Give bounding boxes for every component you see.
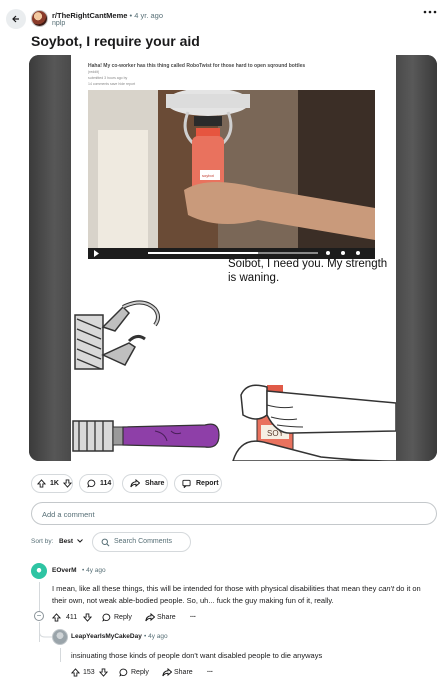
vote-pill: 1K xyxy=(31,474,73,493)
downvote-icon[interactable] xyxy=(62,479,72,488)
share-icon xyxy=(130,479,140,488)
comment-age: • 4y ago xyxy=(144,633,168,640)
thread-line[interactable] xyxy=(60,648,61,662)
chevron-down-icon xyxy=(77,539,83,543)
avatar[interactable] xyxy=(31,563,47,579)
sort-label: Sort by: xyxy=(31,538,54,545)
comment-icon[interactable] xyxy=(102,613,111,622)
comment-icon[interactable] xyxy=(119,668,128,677)
upvote-icon[interactable] xyxy=(52,613,61,622)
search-comments-input[interactable]: Search Comments xyxy=(92,532,191,552)
search-icon xyxy=(101,538,110,547)
downvote-icon[interactable] xyxy=(83,613,92,622)
thread-line[interactable] xyxy=(39,582,40,612)
post-title: Soybot, I require your aid xyxy=(31,33,200,49)
media-blur-right xyxy=(396,55,437,461)
comment-actions: 411 Reply Share ... xyxy=(52,612,252,624)
subreddit-avatar[interactable] xyxy=(31,10,48,27)
downvote-icon[interactable] xyxy=(99,668,108,677)
share-button[interactable]: Share xyxy=(122,474,168,493)
post-header: r/TheRightCantMeme • 4 yr. ago nplp xyxy=(0,0,445,32)
comment-author[interactable]: LeapYearIsMyCakeDay xyxy=(71,633,142,640)
meme-bottom-drawing xyxy=(72,384,396,452)
more-options-button[interactable] xyxy=(423,10,437,14)
share-button[interactable]: Share xyxy=(174,669,193,676)
report-icon xyxy=(182,479,191,488)
comment-body: insinuating those kinds of people don't … xyxy=(71,651,323,660)
comments-button[interactable]: 114 xyxy=(79,474,114,493)
comment-author[interactable]: EOverM xyxy=(52,567,77,574)
upvote-icon[interactable] xyxy=(71,668,80,677)
subreddit-name[interactable]: r/TheRightCantMeme xyxy=(52,11,127,20)
comment-vote-count: 153 xyxy=(83,669,95,676)
meme-image: Haha! My co-worker has this thing called… xyxy=(71,55,396,461)
media-blur-left xyxy=(29,55,71,461)
back-button[interactable] xyxy=(6,9,26,29)
sort-row: Sort by: Best Search Comments xyxy=(31,532,231,552)
comment-count: 114 xyxy=(100,480,112,487)
post-author[interactable]: nplp xyxy=(52,20,65,27)
more-icon[interactable]: ... xyxy=(207,667,213,674)
avatar[interactable] xyxy=(52,629,68,645)
report-button[interactable]: Report xyxy=(174,474,222,493)
upvote-icon[interactable] xyxy=(37,479,46,488)
comment-actions: 153 Reply Share ... xyxy=(71,667,271,679)
comment-body: I mean, like all these things, this will… xyxy=(52,584,421,605)
comment-age: • 4y ago xyxy=(82,567,106,574)
subreddit-line: r/TheRightCantMeme • 4 yr. ago xyxy=(52,11,164,20)
post-media[interactable]: Haha! My co-worker has this thing called… xyxy=(29,55,437,461)
share-icon[interactable] xyxy=(162,668,172,677)
collapse-button[interactable]: − xyxy=(34,611,44,621)
back-arrow-icon xyxy=(12,15,19,23)
more-icon[interactable]: ... xyxy=(190,612,196,619)
sort-dropdown[interactable]: Best xyxy=(59,538,83,545)
more-icon xyxy=(423,10,437,14)
share-button[interactable]: Share xyxy=(157,614,176,621)
share-icon[interactable] xyxy=(145,613,155,622)
add-comment-input[interactable]: Add a comment xyxy=(31,502,437,525)
vote-count: 1K xyxy=(50,480,59,487)
reply-button[interactable]: Reply xyxy=(131,669,149,676)
reply-button[interactable]: Reply xyxy=(114,614,132,621)
comment-icon xyxy=(87,479,96,488)
comment-vote-count: 411 xyxy=(66,614,78,621)
post-age: 4 yr. ago xyxy=(134,11,164,20)
